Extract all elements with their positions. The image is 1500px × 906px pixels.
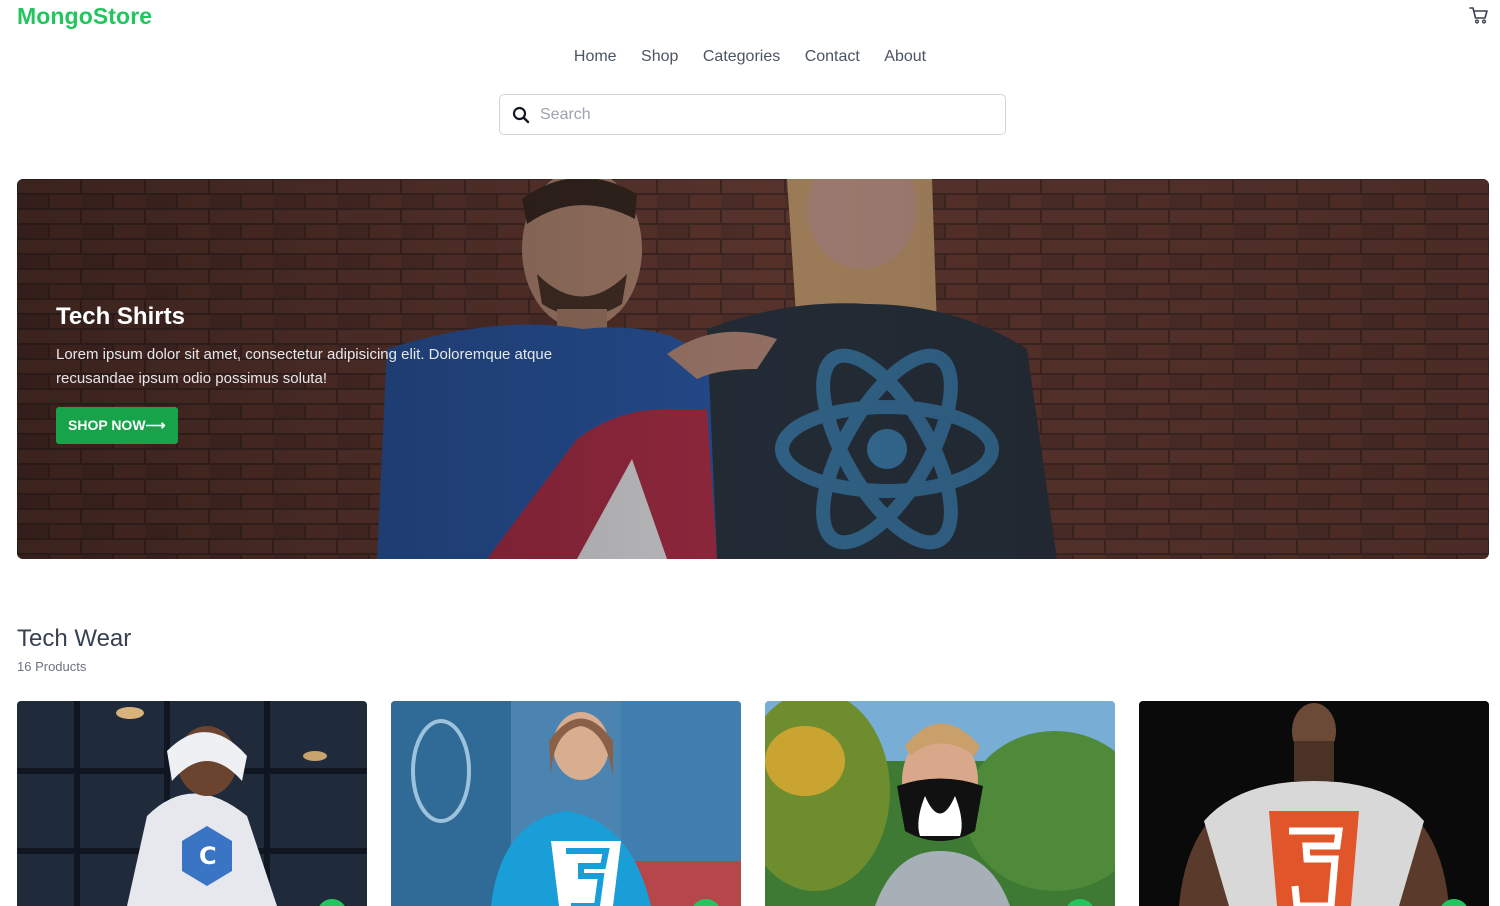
shop-now-button[interactable]: SHOP NOW⟶: [56, 407, 178, 444]
search-icon: [512, 106, 530, 124]
nav-categories[interactable]: Categories: [703, 48, 780, 66]
main-nav: Home Shop Categories Contact About: [0, 48, 1500, 66]
cart-icon[interactable]: [1469, 6, 1489, 24]
product-count: 16 Products: [17, 659, 87, 674]
product-card[interactable]: C: [17, 701, 367, 906]
nav-about[interactable]: About: [884, 48, 926, 66]
search-box: [499, 94, 1006, 135]
product-image: [391, 701, 741, 906]
site-logo[interactable]: MongoStore: [17, 3, 152, 30]
site-header: MongoStore: [0, 0, 1500, 40]
product-image: [1139, 701, 1489, 906]
product-card[interactable]: [765, 701, 1115, 906]
section-title: Tech Wear: [17, 625, 132, 652]
product-image: C: [17, 701, 367, 906]
product-card[interactable]: [391, 701, 741, 906]
product-card[interactable]: [1139, 701, 1489, 906]
nav-contact[interactable]: Contact: [805, 48, 860, 66]
hero-banner: Tech Shirts Lorem ipsum dolor sit amet, …: [17, 179, 1489, 559]
hero-title: Tech Shirts: [56, 303, 185, 330]
search-input[interactable]: [540, 103, 990, 127]
svg-text:C: C: [199, 842, 217, 870]
nav-home[interactable]: Home: [574, 48, 617, 66]
hero-description: Lorem ipsum dolor sit amet, consectetur …: [56, 346, 553, 387]
hero-content: Tech Shirts Lorem ipsum dolor sit amet, …: [56, 303, 576, 444]
nav-shop[interactable]: Shop: [641, 48, 678, 66]
product-image: [765, 701, 1115, 906]
